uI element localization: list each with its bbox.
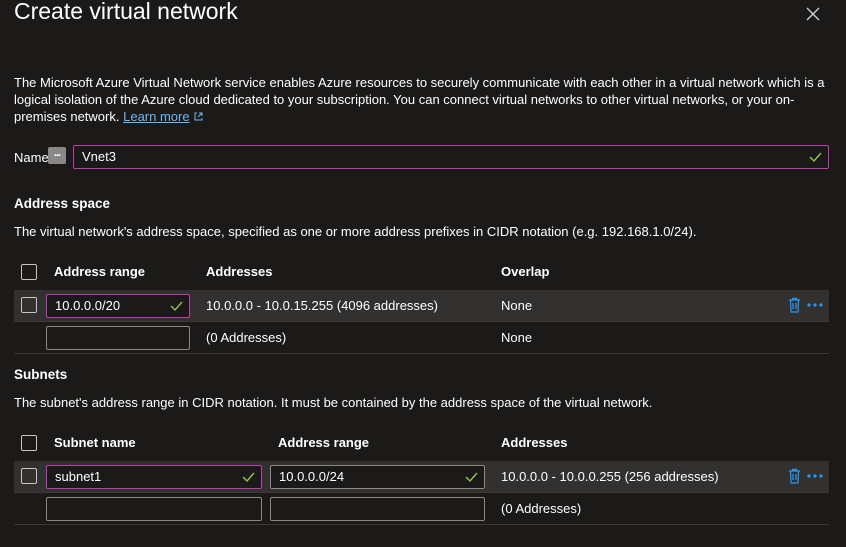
close-icon[interactable] [802,3,824,25]
subnet-new-addresses: (0 Addresses) [501,501,582,516]
subnet-name-value: subnet1 [55,469,102,484]
row-divider [14,492,829,493]
address-space-heading: Address space [14,196,111,211]
address-row-overlap: None [501,298,533,313]
subnet-name-new-input[interactable] [46,497,262,521]
more-icon[interactable] [806,473,824,479]
column-header-subnet-addresses: Addresses [501,435,568,450]
trash-icon[interactable] [788,468,801,484]
subnet-name-input[interactable]: subnet1 [46,465,262,489]
row-divider [14,321,829,322]
row-divider [14,353,829,354]
address-range-new-input[interactable] [46,326,190,350]
panel-title: Create virtual network [14,0,238,24]
checkmark-icon [242,472,255,483]
name-input[interactable]: Vnet3 [73,145,829,169]
subnet-range-input[interactable]: 10.0.0.0/24 [270,465,485,489]
row-divider [14,524,829,525]
address-new-addresses: (0 Addresses) [206,330,287,345]
address-row-addresses: 10.0.0.0 - 10.0.15.255 (4096 addresses) [206,298,438,313]
checkmark-icon [170,301,183,312]
column-header-overlap: Overlap [501,264,550,279]
subnet-row-checkbox[interactable] [21,468,37,484]
address-new-overlap: None [501,330,533,345]
trash-icon[interactable] [788,297,801,313]
name-label: Name [14,150,49,165]
checkmark-icon [809,152,822,163]
learn-more-link[interactable]: Learn more [123,109,189,124]
subnets-description: The subnet's address range in CIDR notat… [14,395,653,410]
info-icon[interactable]: ... [48,147,66,164]
subnet-select-all-checkbox[interactable] [21,435,37,451]
address-space-description: The virtual network's address space, spe… [14,224,697,239]
column-header-subnet-range: Address range [278,435,370,450]
column-header-addresses: Addresses [206,264,273,279]
column-header-address-range: Address range [54,264,146,279]
subnet-row-addresses: 10.0.0.0 - 10.0.0.255 (256 addresses) [501,469,719,484]
subnets-heading: Subnets [14,367,68,382]
address-select-all-checkbox[interactable] [21,264,37,280]
address-range-input[interactable]: 10.0.0.0/20 [46,294,190,318]
column-header-subnet-name: Subnet name [54,435,136,450]
name-input-value: Vnet3 [82,149,116,164]
address-row-checkbox[interactable] [21,297,37,313]
panel-description: The Microsoft Azure Virtual Network serv… [14,74,829,125]
subnet-range-value: 10.0.0.0/24 [279,469,345,484]
external-link-icon [194,112,203,121]
subnet-range-new-input[interactable] [270,497,485,521]
more-icon[interactable] [806,302,824,308]
address-range-value: 10.0.0.0/20 [55,298,121,313]
checkmark-icon [465,472,478,483]
